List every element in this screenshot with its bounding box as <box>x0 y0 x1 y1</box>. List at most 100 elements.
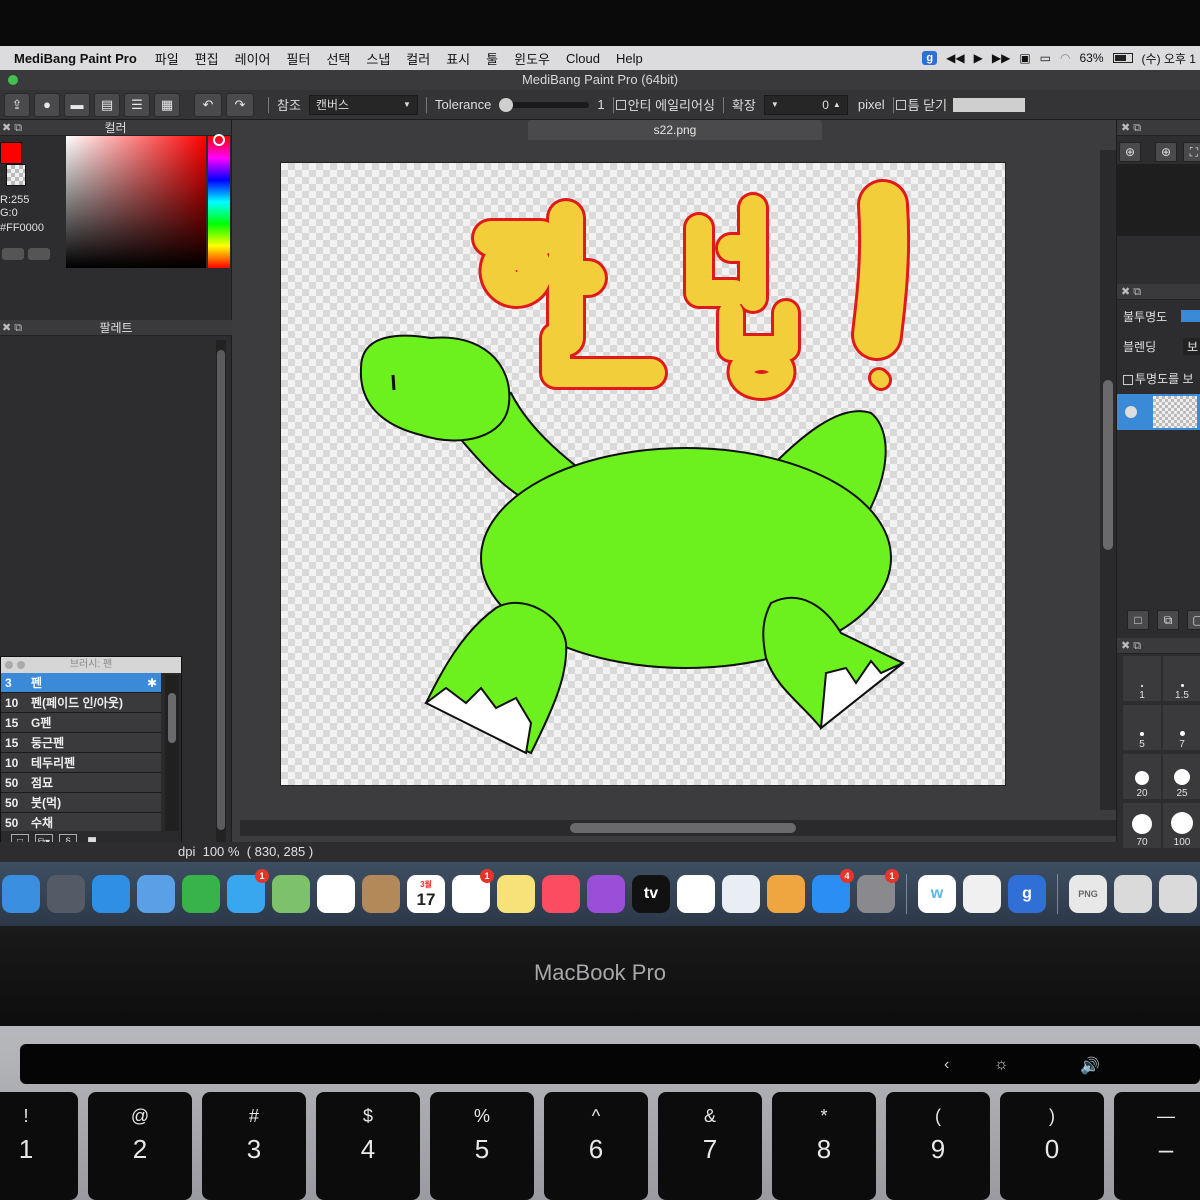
brush-item[interactable]: 10 테두리펜 <box>1 753 161 773</box>
protect-alpha-checkbox[interactable]: 투명도를 보 <box>1123 370 1194 387</box>
menu-tool[interactable]: 툴 <box>478 49 506 68</box>
podcasts-icon[interactable] <box>587 875 625 913</box>
brush-item[interactable]: 3 펜 ✱ <box>1 673 161 693</box>
undo-button[interactable]: ↶ <box>194 92 222 117</box>
zoom-fit-icon[interactable]: ⊕ <box>1119 142 1141 162</box>
brush-size-preset[interactable]: 25 <box>1163 754 1200 799</box>
menu-help[interactable]: Help <box>608 51 651 66</box>
close-window-button[interactable] <box>5 661 13 669</box>
layer-row[interactable] <box>1117 394 1200 430</box>
keyboard-key[interactable]: @2 <box>88 1092 192 1200</box>
palette-scrollbar[interactable] <box>216 340 226 848</box>
facetime-icon[interactable] <box>182 875 220 913</box>
swap-color-icon[interactable] <box>28 248 50 260</box>
document-icon[interactable]: ▤ <box>94 92 120 117</box>
system-preferences-icon[interactable]: 1 <box>857 869 899 913</box>
hue-slider[interactable] <box>208 136 230 268</box>
blending-select[interactable]: 보 <box>1183 338 1200 355</box>
keyboard-key[interactable]: ^ 6 <box>544 1092 648 1200</box>
redo-button[interactable]: ↷ <box>226 92 254 117</box>
brush-item[interactable]: 50 점묘 <box>1 773 161 793</box>
g-extension-icon[interactable]: g <box>922 51 938 65</box>
png-file-icon[interactable]: PNG <box>1069 875 1107 913</box>
brush-size-preset[interactable]: 1 <box>1123 656 1161 701</box>
brush-size-preset[interactable]: 20 <box>1123 754 1161 799</box>
keynote-icon[interactable] <box>722 875 760 913</box>
keyboard-key[interactable]: ! 1 <box>0 1092 78 1200</box>
color-app-icon[interactable] <box>963 875 1001 913</box>
close-icon[interactable]: ✖ ⧉ <box>1121 638 1141 654</box>
menu-cloud[interactable]: Cloud <box>558 51 608 66</box>
keyboard-key[interactable]: #3 <box>202 1092 306 1200</box>
reference-select[interactable]: 캔버스 ▼ <box>308 94 418 115</box>
screenshot-folder-icon[interactable] <box>1114 875 1152 913</box>
app-store-icon[interactable]: 4 <box>812 869 854 913</box>
calendar-icon[interactable]: 3월 17 <box>407 875 445 913</box>
close-icon[interactable]: ✖ ⧉ <box>2 120 22 136</box>
antialias-checkbox[interactable] <box>615 99 626 110</box>
zoom-in-icon[interactable]: ⊕ <box>1155 142 1177 162</box>
numbers-icon[interactable] <box>677 875 715 913</box>
menu-snap[interactable]: 스냅 <box>358 49 398 68</box>
new-layer-icon[interactable]: □ <box>1127 610 1149 630</box>
brush-size-preset[interactable]: 7 <box>1163 705 1200 750</box>
layer-folder-icon[interactable]: ▢ <box>1187 610 1200 630</box>
brush-item[interactable]: 50 수채 <box>1 813 161 833</box>
menu-edit[interactable]: 편집 <box>187 49 227 68</box>
mail-icon[interactable] <box>137 875 175 913</box>
app-menu[interactable]: MediBang Paint Pro <box>0 51 147 66</box>
keyboard-key[interactable]: ) 0 <box>1000 1092 1104 1200</box>
keyboard-key[interactable]: % 5 <box>430 1092 534 1200</box>
brush-item[interactable]: 15 G펜 <box>1 713 161 733</box>
menu-file[interactable]: 파일 <box>147 49 187 68</box>
brightness-icon[interactable]: ☼ <box>994 1056 1009 1074</box>
canvas-vertical-scrollbar[interactable] <box>1100 150 1116 810</box>
rewind-icon[interactable]: ◀◀ <box>946 51 964 65</box>
gear-icon[interactable]: ✱ <box>147 676 157 690</box>
chevron-down-icon[interactable]: ▼ <box>771 100 779 109</box>
close-icon[interactable]: ✖ ⧉ <box>1121 284 1141 300</box>
finder-icon[interactable] <box>2 875 40 913</box>
notes-icon[interactable] <box>497 875 535 913</box>
tolerance-slider[interactable] <box>499 97 590 112</box>
menu-layer[interactable]: 레이어 <box>227 49 279 68</box>
menu-filter[interactable]: 필터 <box>279 49 319 68</box>
music-icon[interactable] <box>542 875 580 913</box>
maps-icon[interactable] <box>272 875 310 913</box>
layer-list-icon[interactable]: ☰ <box>124 92 150 117</box>
primary-color-swatch[interactable] <box>0 142 22 164</box>
tolerance-slider-knob[interactable] <box>499 97 514 112</box>
saturation-value-picker[interactable] <box>66 136 206 268</box>
brush-list-scrollbar[interactable] <box>165 675 179 831</box>
menu-clock[interactable]: (수) 오후 1 <box>1142 50 1196 67</box>
opacity-slider[interactable] <box>1181 310 1200 322</box>
expand-stepper[interactable]: ▼ 0 ▲ <box>763 94 848 115</box>
keyboard-key[interactable]: (9 <box>886 1092 990 1200</box>
fast-forward-icon[interactable]: ▶▶ <box>992 51 1010 65</box>
screen-mirroring-icon[interactable]: ▣ <box>1019 51 1030 65</box>
brush-list-scrollbar-thumb[interactable] <box>168 693 176 743</box>
hue-slider-handle[interactable] <box>213 134 225 146</box>
pages-icon[interactable] <box>767 875 805 913</box>
close-gap-checkbox[interactable] <box>895 99 906 110</box>
preview-window-icon[interactable] <box>1159 875 1197 913</box>
contacts-icon[interactable] <box>362 875 400 913</box>
battery-icon[interactable] <box>1112 53 1133 63</box>
comment-icon[interactable]: ● <box>34 92 60 117</box>
messages-icon[interactable]: 1 <box>227 869 269 913</box>
close-icon[interactable]: ✖ ⧉ <box>1121 120 1141 136</box>
share-icon[interactable]: ⇪ <box>4 92 30 117</box>
keyboard-key[interactable]: & 7 <box>658 1092 762 1200</box>
menu-color[interactable]: 컬러 <box>398 49 438 68</box>
safari-icon[interactable] <box>92 875 130 913</box>
menu-view[interactable]: 표시 <box>438 49 478 68</box>
keyboard-key[interactable]: — – <box>1114 1092 1200 1200</box>
visibility-icon[interactable] <box>1125 406 1137 418</box>
wifi-icon[interactable]: ◠ <box>1060 51 1070 65</box>
brush-size-preset[interactable]: 1.5 <box>1163 656 1200 701</box>
g-app-icon[interactable]: g <box>1008 875 1046 913</box>
brush-size-preset[interactable]: 70 <box>1123 803 1161 848</box>
navigator-preview[interactable] <box>1117 164 1200 236</box>
touch-bar[interactable] <box>20 1044 1200 1084</box>
protect-alpha-box[interactable] <box>1123 374 1133 385</box>
